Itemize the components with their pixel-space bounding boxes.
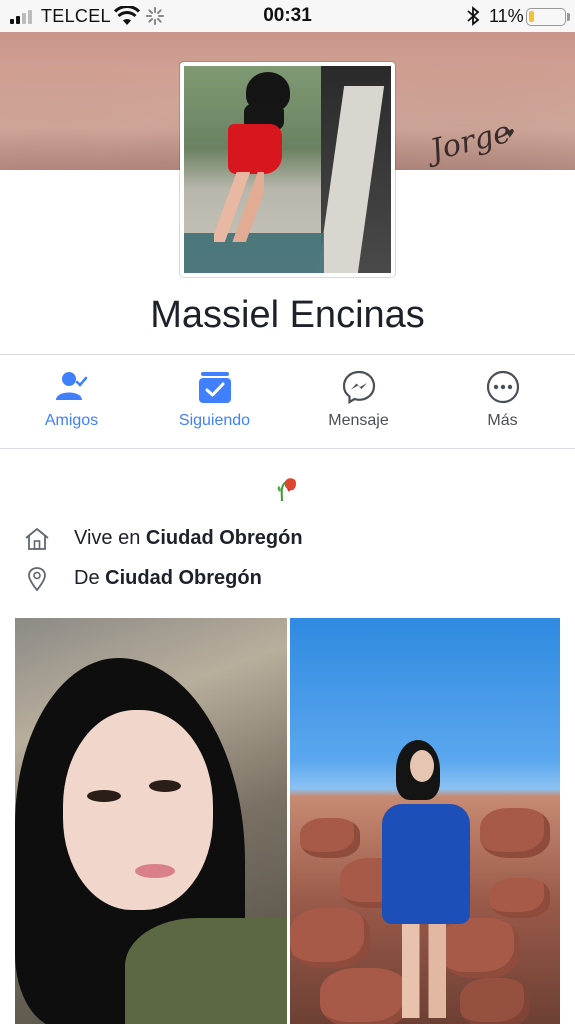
profile-name: Massiel Encinas: [150, 294, 425, 336]
divider: [0, 354, 575, 355]
message-button-label: Mensaje: [328, 412, 389, 429]
lives-in-row: Vive en Ciudad Obregón: [22, 524, 562, 554]
featured-photo-1[interactable]: [15, 618, 287, 1024]
divider: [0, 448, 575, 449]
wilted-flower-emoji: [277, 478, 297, 502]
profile-picture-image: [184, 66, 391, 273]
battery-level: [529, 11, 534, 22]
battery-tip: [567, 13, 570, 21]
friends-button-label: Amigos: [44, 412, 99, 429]
profile-actions: Amigos Siguiendo Mensaje Más: [0, 356, 575, 448]
home-icon: [25, 528, 49, 550]
status-bar: TELCEL 00:31 11%: [0, 0, 575, 32]
bluetooth-icon: [467, 6, 480, 26]
location-pin-icon: [28, 567, 46, 592]
heart-icon: ♥: [505, 125, 515, 142]
hometown-place[interactable]: Ciudad Obregón: [105, 567, 262, 589]
friends-button[interactable]: Amigos: [0, 356, 143, 448]
messenger-icon: [342, 370, 375, 404]
friends-icon: [55, 372, 87, 400]
following-icon: [198, 372, 231, 403]
hometown-row: De Ciudad Obregón: [22, 564, 562, 594]
more-icon: [486, 370, 519, 404]
lives-in-place[interactable]: Ciudad Obregón: [146, 527, 303, 549]
more-button-label: Más: [487, 412, 518, 429]
following-button[interactable]: Siguiendo: [143, 356, 286, 448]
hometown-text: De Ciudad Obregón: [74, 567, 262, 589]
featured-photo-2[interactable]: [290, 618, 560, 1024]
profile-picture[interactable]: [180, 62, 395, 277]
battery-percent: 11%: [489, 6, 524, 26]
more-button[interactable]: Más: [431, 356, 574, 448]
following-button-label: Siguiendo: [178, 412, 251, 429]
lives-in-text: Vive en Ciudad Obregón: [74, 527, 303, 549]
battery-icon: [526, 8, 566, 26]
message-button[interactable]: Mensaje: [287, 356, 430, 448]
